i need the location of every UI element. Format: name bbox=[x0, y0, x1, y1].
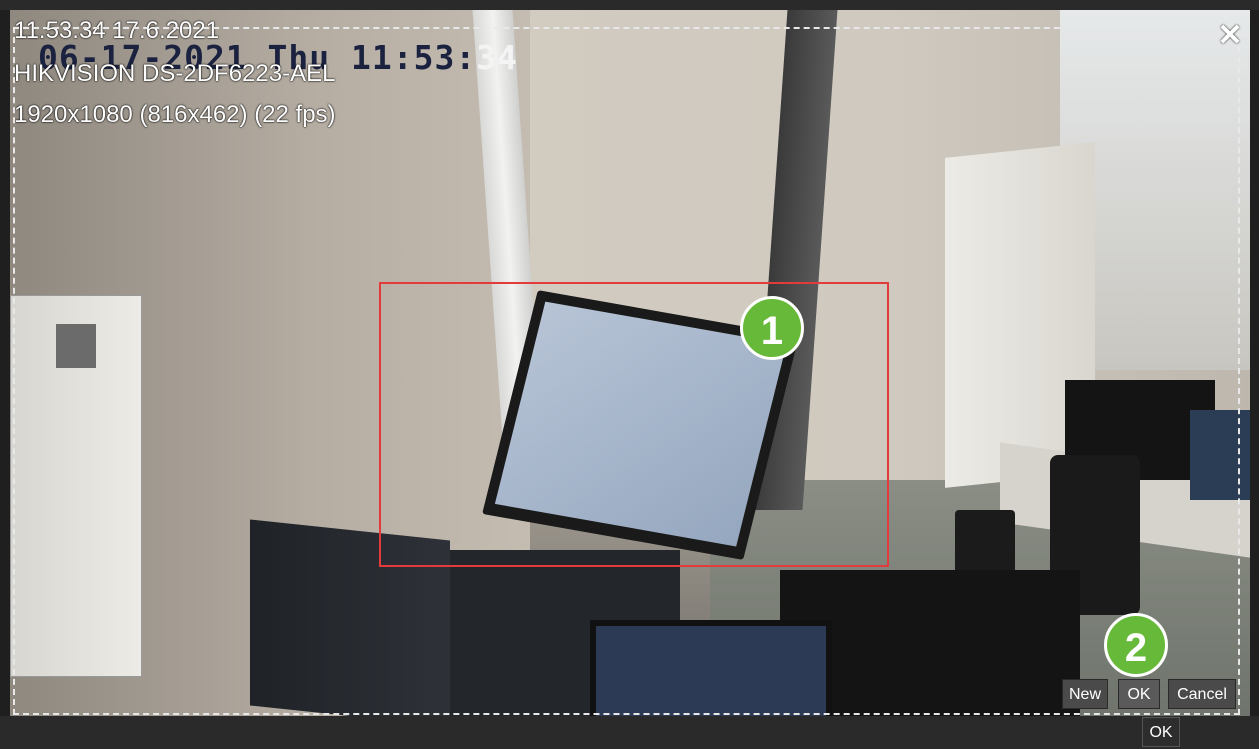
camera-roi-editor: 06-17-2021 Thu 11:53:34 11.53.34 17.6.20… bbox=[0, 0, 1259, 749]
callout-badge-1: 1 bbox=[740, 296, 804, 360]
roi-rectangle[interactable] bbox=[379, 282, 889, 567]
bottom-bar bbox=[0, 716, 1259, 749]
cancel-button[interactable]: Cancel bbox=[1168, 679, 1236, 709]
footer-ok-button[interactable]: OK bbox=[1142, 717, 1180, 747]
callout-badge-2: 2 bbox=[1104, 613, 1168, 677]
ok-button[interactable]: OK bbox=[1118, 679, 1160, 709]
new-button[interactable]: New bbox=[1062, 679, 1108, 709]
close-icon[interactable]: ✕ bbox=[1216, 21, 1244, 51]
top-bar bbox=[0, 0, 1259, 10]
